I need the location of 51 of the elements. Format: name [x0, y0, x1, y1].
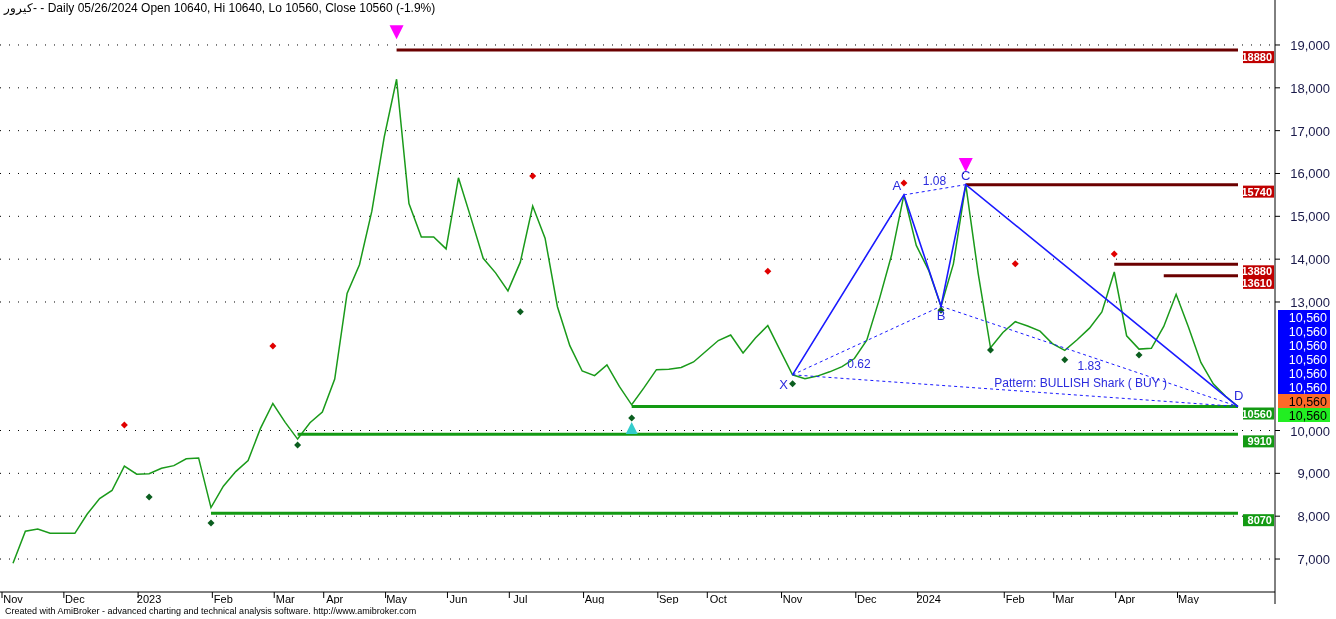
- price-label: 10,560: [1278, 352, 1330, 367]
- axis-label: 2024: [916, 593, 941, 604]
- chart-annotation: D: [1234, 387, 1244, 403]
- chart-annotation: B: [936, 308, 946, 324]
- axis-label: Mar: [1055, 593, 1075, 604]
- price-label: 10,560: [1278, 380, 1330, 395]
- axis-label: 15,000: [1290, 209, 1330, 225]
- axis-label: 19,000: [1290, 38, 1330, 53]
- series-label: 9910: [1247, 435, 1272, 448]
- axis-label: Mar: [275, 593, 295, 604]
- axis-label: 14,000: [1290, 252, 1330, 268]
- series-label: 8070: [1247, 514, 1272, 527]
- axis-label: 8,000: [1297, 509, 1330, 525]
- price-label: 10,560: [1278, 338, 1330, 353]
- level-label: 18880: [1241, 51, 1274, 64]
- footer-text: Created with AmiBroker - advanced charting and technical analysis software. http://www.amibroker.com: [4, 605, 418, 618]
- level-label: 9910: [1243, 435, 1274, 448]
- axis-label: Jun: [449, 593, 468, 604]
- chart-annotation: 1.08: [922, 173, 947, 188]
- level-label: 13880: [1241, 265, 1274, 278]
- axis-label: 2023: [136, 593, 162, 604]
- axis-label: Feb: [213, 593, 233, 604]
- axis-label: 18,000: [1290, 80, 1330, 96]
- price-label: 10,560: [1278, 310, 1330, 325]
- axis-label: 17,000: [1290, 123, 1330, 139]
- axis-label: 16,000: [1290, 166, 1330, 182]
- axis-label: Nov: [3, 593, 23, 604]
- chart-annotation: Pattern: BULLISH Shark ( BUY ): [994, 376, 1167, 391]
- chart-annotation: X: [779, 376, 788, 392]
- axis-label: 13,000: [1290, 295, 1330, 310]
- level-label: 10560: [1241, 407, 1274, 420]
- price-label: 10,560: [1278, 394, 1330, 409]
- axis-label: 10,000: [1290, 423, 1330, 439]
- axis-label: Nov: [782, 593, 803, 604]
- price-label: 10,560: [1278, 366, 1330, 381]
- chart-title: کیرور- - Daily 05/26/2024 Open 10640, Hi 10640, Lo 10560, Close 10560 (-1.9%): [4, 0, 436, 17]
- chart-annotation: 0.62: [847, 357, 871, 371]
- level-label: 8070: [1243, 514, 1274, 527]
- axis-label: 7,000: [1297, 552, 1330, 567]
- axis-label: 9,000: [1297, 466, 1330, 482]
- axis-label: Jul: [513, 593, 528, 604]
- price-label: 10,560: [1278, 324, 1330, 339]
- chart-annotation: A: [892, 177, 902, 193]
- price-label: 10,560: [1278, 408, 1330, 423]
- axis-label: Dec: [857, 593, 877, 604]
- axis-label: Dec: [65, 593, 85, 604]
- axis-label: Oct: [709, 593, 727, 604]
- chart-annotation: C: [961, 167, 971, 183]
- axis-label: Feb: [1005, 593, 1025, 604]
- chart-annotation: 1.83: [1077, 359, 1101, 374]
- level-label: 15740: [1241, 185, 1274, 198]
